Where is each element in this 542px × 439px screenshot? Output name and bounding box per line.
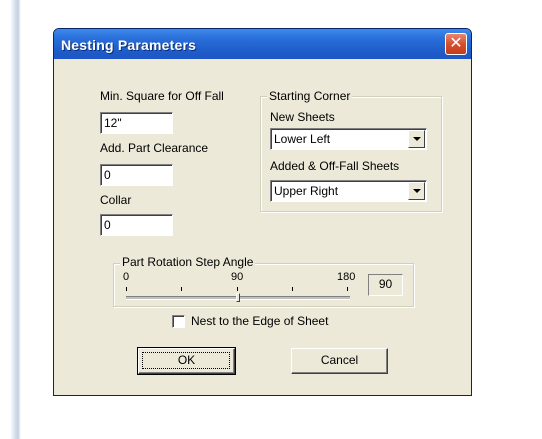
rotation-legend: Part Rotation Step Angle — [120, 255, 256, 269]
screen: Nesting Parameters ✕ Min. Square for Off… — [0, 0, 542, 439]
rotation-slider-thumb[interactable] — [236, 293, 240, 302]
tick-label-min: 0 — [123, 271, 130, 283]
added-sheets-dropdown[interactable]: Upper Right — [270, 180, 427, 202]
dialog-title: Nesting Parameters — [61, 37, 197, 53]
tick-mark — [237, 287, 238, 291]
added-sheets-value: Upper Right — [274, 184, 339, 198]
nesting-parameters-dialog: Nesting Parameters ✕ Min. Square for Off… — [53, 28, 472, 396]
ok-button-label: OK — [177, 353, 196, 367]
tick-mark — [181, 287, 182, 291]
tick-mark — [126, 287, 127, 291]
new-sheets-dropdown[interactable]: Lower Left — [270, 128, 427, 150]
cancel-button[interactable]: Cancel — [291, 348, 388, 374]
chevron-down-icon[interactable] — [408, 182, 425, 200]
collar-input[interactable]: 0 — [100, 214, 173, 236]
min-square-input[interactable]: 12" — [100, 112, 173, 134]
cancel-button-label: Cancel — [320, 353, 359, 367]
collar-label: Collar — [100, 193, 132, 207]
min-square-label: Min. Square for Off Fall — [100, 89, 224, 103]
background-edge — [0, 0, 22, 439]
ok-button[interactable]: OK — [137, 347, 236, 375]
close-icon: ✕ — [449, 35, 463, 52]
tick-mark — [292, 287, 293, 291]
title-bar[interactable]: Nesting Parameters ✕ — [54, 29, 471, 59]
clearance-label: Add. Part Clearance — [100, 141, 209, 155]
tick-mark — [347, 287, 348, 291]
starting-corner-legend: Starting Corner — [267, 89, 353, 103]
nest-edge-label[interactable]: Nest to the Edge of Sheet — [191, 314, 328, 328]
tick-label-mid: 90 — [231, 271, 244, 283]
tick-label-max: 180 — [337, 271, 356, 283]
added-sheets-label: Added & Off-Fall Sheets — [270, 159, 400, 173]
nest-edge-checkbox[interactable] — [172, 315, 185, 328]
clearance-input[interactable]: 0 — [100, 164, 173, 186]
close-button[interactable]: ✕ — [445, 33, 467, 55]
new-sheets-label: New Sheets — [270, 110, 335, 124]
rotation-value: 90 — [368, 274, 403, 296]
chevron-down-icon[interactable] — [408, 130, 425, 148]
new-sheets-value: Lower Left — [274, 132, 331, 146]
